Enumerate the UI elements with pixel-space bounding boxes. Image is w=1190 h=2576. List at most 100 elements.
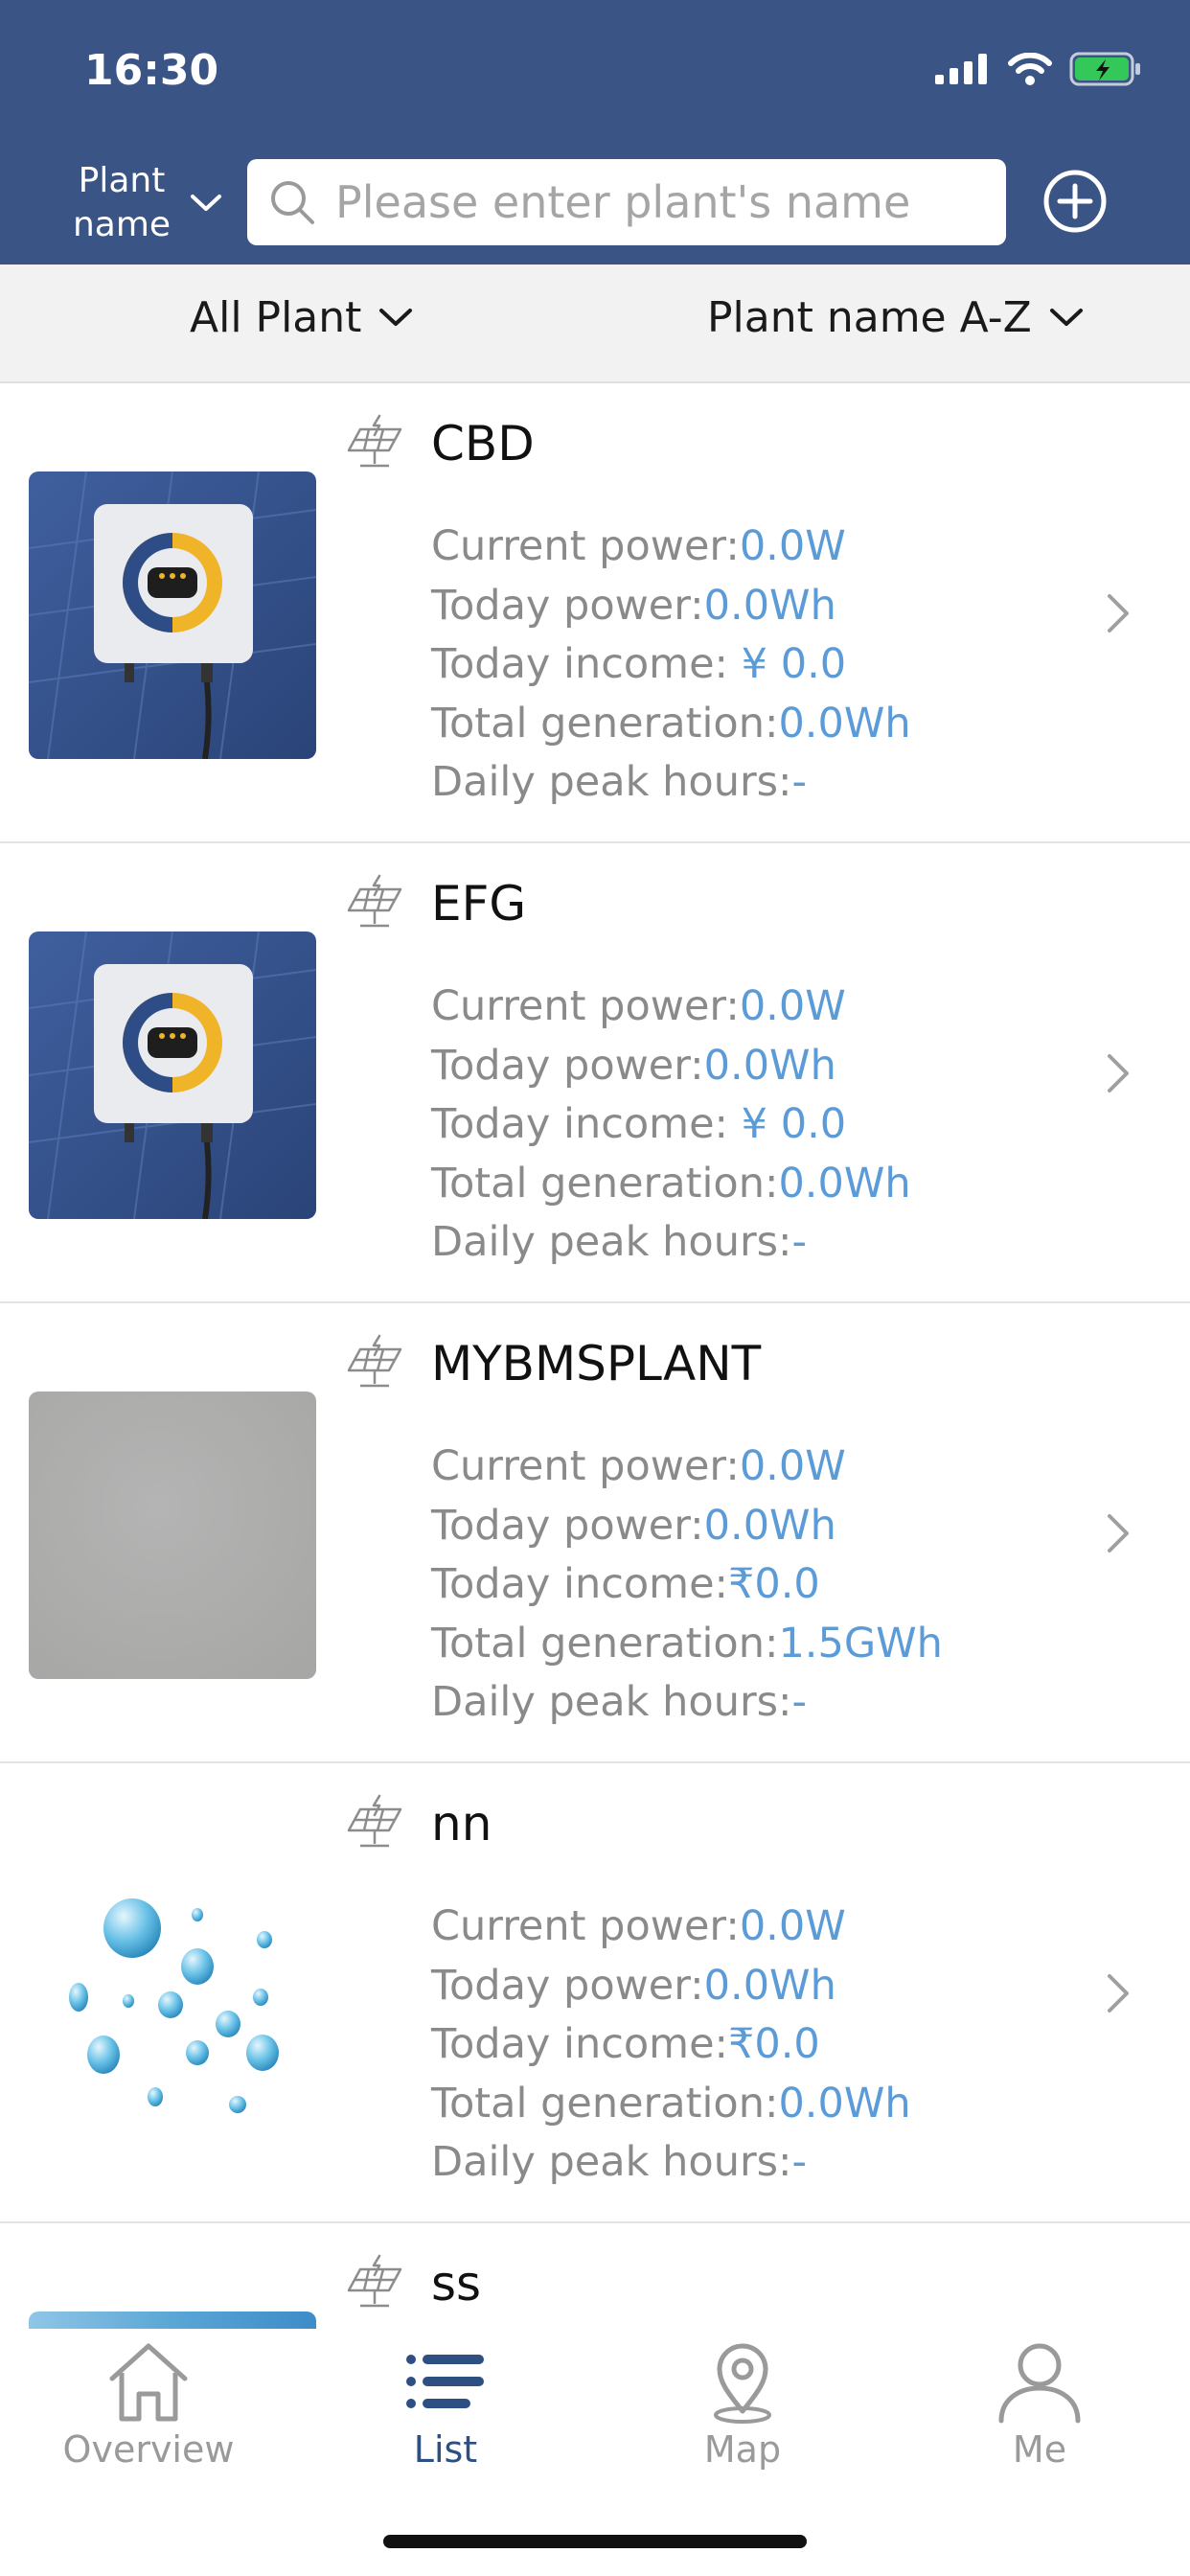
current-power-row: Current power:0.0W	[431, 978, 911, 1037]
tab-me[interactable]: Me	[891, 2338, 1188, 2471]
water-drops-photo	[29, 1852, 316, 2139]
metric-value: 0.0Wh	[778, 699, 911, 748]
metric-label: Current power:	[431, 982, 740, 1030]
plant-name: CBD	[431, 416, 535, 472]
metric-value: 0.0Wh	[703, 1041, 836, 1090]
daily-peak-hours-row: Daily peak hours:-	[431, 753, 911, 813]
tab-label: Overview	[62, 2428, 235, 2471]
metric-label: Today income:	[431, 1560, 729, 1608]
daily-peak-hours-row: Daily peak hours:-	[431, 2133, 911, 2193]
metric-value: 0.0Wh	[703, 1501, 836, 1550]
total-generation-row: Total generation:0.0Wh	[431, 695, 911, 754]
metric-label: Daily peak hours:	[431, 1218, 792, 1266]
metric-label: Current power:	[431, 1442, 740, 1490]
plant-name: MYBMSPLANT	[431, 1336, 762, 1392]
today-income-row: Today income: ¥ 0.0	[431, 1095, 911, 1155]
plant-row[interactable]: ss	[0, 2223, 1190, 2329]
gray-photo	[29, 1392, 316, 1679]
add-plant-button[interactable]	[1042, 169, 1108, 234]
status-icons	[935, 52, 1142, 86]
metric-value: 0.0Wh	[703, 581, 836, 630]
tab-map[interactable]: Map	[594, 2338, 891, 2471]
metric-label: Daily peak hours:	[431, 758, 792, 806]
plant-thumbnail	[29, 1392, 316, 1679]
metric-value: -	[791, 1678, 808, 1726]
metric-value: 1.5GWh	[778, 1619, 943, 1668]
metric-label: Total generation:	[431, 699, 779, 748]
tab-overview[interactable]: Overview	[0, 2338, 297, 2471]
solar-tower-icon	[347, 414, 402, 468]
sort-label: Plant name A-Z	[707, 293, 1032, 342]
metric-label: Total generation:	[431, 1159, 779, 1208]
chevron-down-icon	[1049, 308, 1083, 326]
chevron-right-icon	[1108, 594, 1129, 632]
tab-label: Map	[703, 2428, 782, 2471]
today-income-row: Today income:₹0.0	[431, 1555, 943, 1615]
list-icon	[406, 2355, 484, 2408]
today-power-row: Today power:0.0Wh	[431, 577, 911, 636]
metric-value: 0.0Wh	[703, 1961, 836, 2010]
plant-name: ss	[431, 2256, 482, 2312]
plant-name: nn	[431, 1796, 492, 1852]
home-indicator	[383, 2535, 807, 2548]
today-power-row: Today power:0.0Wh	[431, 1957, 911, 2016]
metric-value: 0.0W	[739, 1442, 846, 1490]
search-input[interactable]	[333, 175, 985, 229]
chevron-right-icon	[1108, 1974, 1129, 2012]
metric-value: -	[791, 2138, 808, 2186]
total-generation-row: Total generation:0.0Wh	[431, 1155, 911, 1214]
metric-value: 0.0W	[739, 982, 846, 1030]
metric-value: 0.0Wh	[778, 1159, 911, 1208]
metric-label: Daily peak hours:	[431, 1678, 792, 1726]
metric-label: Today income:	[431, 1100, 729, 1148]
plant-metrics: Current power:0.0W Today power:0.0Wh Tod…	[431, 978, 911, 1273]
metric-value: -	[791, 758, 808, 806]
plant-metrics: Current power:0.0W Today power:0.0Wh Tod…	[431, 518, 911, 813]
chevron-down-icon	[191, 195, 221, 211]
plant-row[interactable]: nn Current power:0.0W Today power:0.0Wh …	[0, 1763, 1190, 2223]
plant-row[interactable]: MYBMSPLANT Current power:0.0W Today powe…	[0, 1303, 1190, 1763]
metric-label: Today power:	[431, 1501, 704, 1550]
metric-label: Today income:	[431, 640, 729, 688]
metric-label: Current power:	[431, 1902, 740, 1950]
person-icon	[998, 2343, 1081, 2424]
app-header: 16:30 Plant name	[0, 0, 1190, 264]
search-box[interactable]	[247, 159, 1006, 245]
tab-label: Me	[1012, 2428, 1067, 2471]
plant-list: CBD Current power:0.0W Today power:0.0Wh…	[0, 383, 1190, 2329]
daily-peak-hours-row: Daily peak hours:-	[431, 1673, 943, 1733]
map-pin-icon	[714, 2343, 771, 2424]
plant-filter-dropdown[interactable]: All Plant	[190, 293, 413, 342]
search-type-select[interactable]: Plant name	[69, 159, 222, 247]
plant-thumbnail	[29, 2312, 316, 2329]
metric-value: ₹0.0	[728, 1560, 820, 1608]
metric-label: Today income:	[431, 2020, 729, 2068]
search-type-label: Plant name	[72, 161, 172, 244]
tab-list[interactable]: List	[297, 2338, 594, 2471]
metric-label: Today power:	[431, 581, 704, 630]
current-power-row: Current power:0.0W	[431, 1898, 911, 1957]
plant-filter-label: All Plant	[190, 293, 362, 342]
plant-thumbnail	[29, 472, 316, 759]
wifi-icon	[1008, 53, 1052, 85]
sort-dropdown[interactable]: Plant name A-Z	[707, 293, 1084, 342]
metric-value: -	[791, 1218, 808, 1266]
metric-label: Today power:	[431, 1961, 704, 2010]
plant-thumbnail	[29, 1852, 316, 2139]
total-generation-row: Total generation:0.0Wh	[431, 2075, 911, 2134]
plant-row[interactable]: EFG Current power:0.0W Today power:0.0Wh…	[0, 843, 1190, 1303]
daily-peak-hours-row: Daily peak hours:-	[431, 1213, 911, 1273]
today-power-row: Today power:0.0Wh	[431, 1037, 911, 1096]
total-generation-row: Total generation:1.5GWh	[431, 1615, 943, 1674]
plant-metrics: Current power:0.0W Today power:0.0Wh Tod…	[431, 1438, 943, 1733]
metric-value: ₹0.0	[728, 2020, 820, 2068]
solar-tower-icon	[347, 874, 402, 928]
current-power-row: Current power:0.0W	[431, 1438, 943, 1497]
metric-label: Current power:	[431, 522, 740, 570]
search-icon	[271, 181, 314, 224]
today-power-row: Today power:0.0Wh	[431, 1497, 943, 1556]
today-income-row: Today income:₹0.0	[431, 2015, 911, 2075]
solar-tower-icon	[347, 1794, 402, 1848]
plant-row[interactable]: CBD Current power:0.0W Today power:0.0Wh…	[0, 383, 1190, 843]
home-icon	[109, 2343, 188, 2422]
